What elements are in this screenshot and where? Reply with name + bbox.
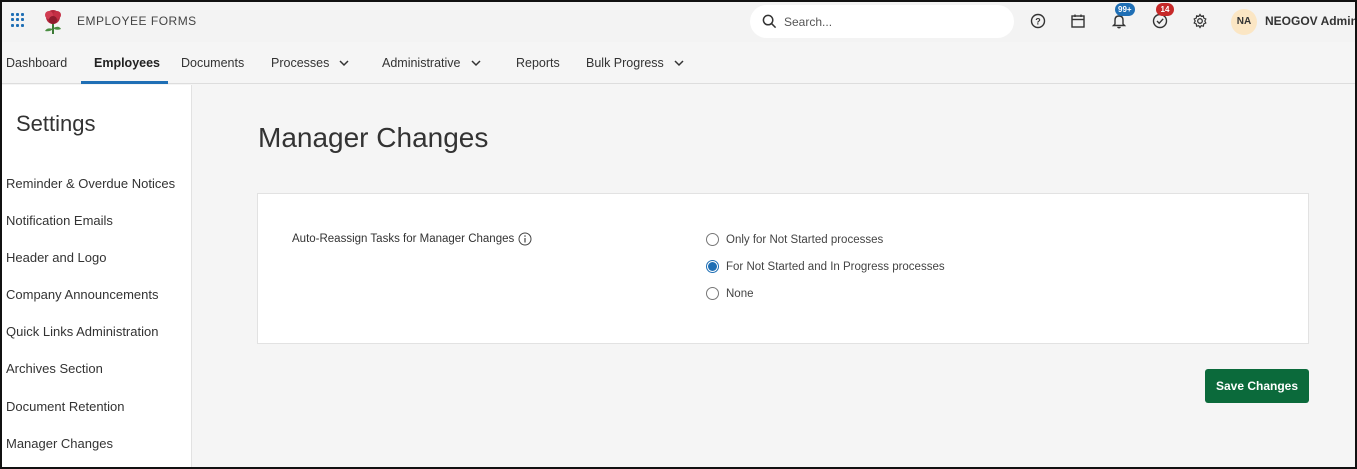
nav-reports[interactable]: Reports (516, 56, 560, 70)
notifications-button[interactable]: 99+ (1110, 3, 1135, 30)
nav-label: Processes (271, 56, 330, 70)
app-launcher-icon[interactable] (11, 13, 25, 27)
nav-label: Dashboard (6, 56, 68, 70)
nav-bulk-progress[interactable]: Bulk Progress (586, 56, 685, 70)
sidebar-item-archives-section[interactable]: Archives Section (6, 361, 103, 376)
nav-label: Bulk Progress (586, 56, 664, 70)
help-button[interactable]: ? (1029, 12, 1047, 30)
radio-button-selected[interactable] (706, 260, 719, 273)
nav-documents[interactable]: Documents (181, 56, 244, 70)
radio-option-none[interactable]: None (706, 287, 754, 300)
radio-option-not-started-in-progress[interactable]: For Not Started and In Progress processe… (706, 260, 945, 273)
flower-logo-icon (45, 10, 61, 34)
nav-employees[interactable]: Employees (94, 56, 160, 70)
nav-processes[interactable]: Processes (271, 56, 350, 70)
sidebar-item-header-and-logo[interactable]: Header and Logo (6, 250, 106, 265)
chevron-down-icon (339, 60, 349, 67)
tasks-badge: 14 (1156, 3, 1174, 16)
settings-button[interactable] (1191, 12, 1209, 30)
nav-administrative[interactable]: Administrative (382, 56, 482, 70)
app-title: EMPLOYEE FORMS (77, 14, 197, 28)
nav-dashboard[interactable]: Dashboard (6, 56, 67, 70)
save-changes-button[interactable]: Save Changes (1205, 369, 1309, 403)
search-input[interactable] (784, 14, 984, 29)
nav-label: Reports (516, 56, 560, 70)
sidebar-item-manager-changes[interactable]: Manager Changes (6, 436, 113, 451)
nav-label: Employees (94, 56, 161, 70)
search-box[interactable] (750, 5, 1014, 38)
nav-label: Administrative (382, 56, 461, 70)
radio-label: None (726, 287, 754, 300)
settings-card: Auto-Reassign Tasks for Manager Changes … (257, 193, 1309, 344)
radio-label: For Not Started and In Progress processe… (726, 260, 945, 273)
page-title: Manager Changes (258, 122, 489, 153)
sidebar-item-quick-links-administration[interactable]: Quick Links Administration (6, 324, 158, 339)
radio-button[interactable] (706, 233, 719, 246)
active-tab-indicator (81, 81, 168, 84)
top-bar: EMPLOYEE FORMS ? 99+ 14 (2, 2, 1357, 42)
sidebar-item-reminder-overdue-notices[interactable]: Reminder & Overdue Notices (6, 176, 175, 191)
notifications-badge: 99+ (1115, 3, 1135, 16)
sidebar-item-company-announcements[interactable]: Company Announcements (6, 287, 158, 302)
sidebar-item-notification-emails[interactable]: Notification Emails (6, 213, 113, 228)
chevron-down-icon (470, 60, 481, 67)
user-name[interactable]: NEOGOV Admin (1265, 14, 1357, 28)
sidebar-title: Settings (16, 111, 96, 136)
main-nav: Dashboard Employees Documents Processes … (2, 42, 1355, 84)
radio-button[interactable] (706, 287, 719, 300)
calendar-button[interactable] (1069, 12, 1087, 30)
tasks-button[interactable]: 14 (1151, 3, 1174, 30)
setting-label-text: Auto-Reassign Tasks for Manager Changes (292, 233, 515, 245)
setting-label: Auto-Reassign Tasks for Manager Changes (292, 232, 532, 246)
avatar[interactable]: NA (1231, 9, 1257, 35)
svg-text:?: ? (1035, 16, 1041, 26)
question-circle-icon: ? (1030, 13, 1046, 29)
radio-label: Only for Not Started processes (726, 233, 884, 246)
gear-icon (1193, 13, 1207, 29)
nav-label: Documents (181, 56, 245, 70)
calendar-icon (1071, 14, 1085, 28)
settings-sidebar: Settings Reminder & Overdue Notices Noti… (2, 85, 192, 467)
sidebar-item-document-retention[interactable]: Document Retention (6, 399, 125, 414)
chevron-down-icon (674, 60, 684, 67)
search-icon (762, 14, 777, 29)
radio-option-not-started[interactable]: Only for Not Started processes (706, 233, 883, 246)
info-icon[interactable] (518, 232, 532, 246)
